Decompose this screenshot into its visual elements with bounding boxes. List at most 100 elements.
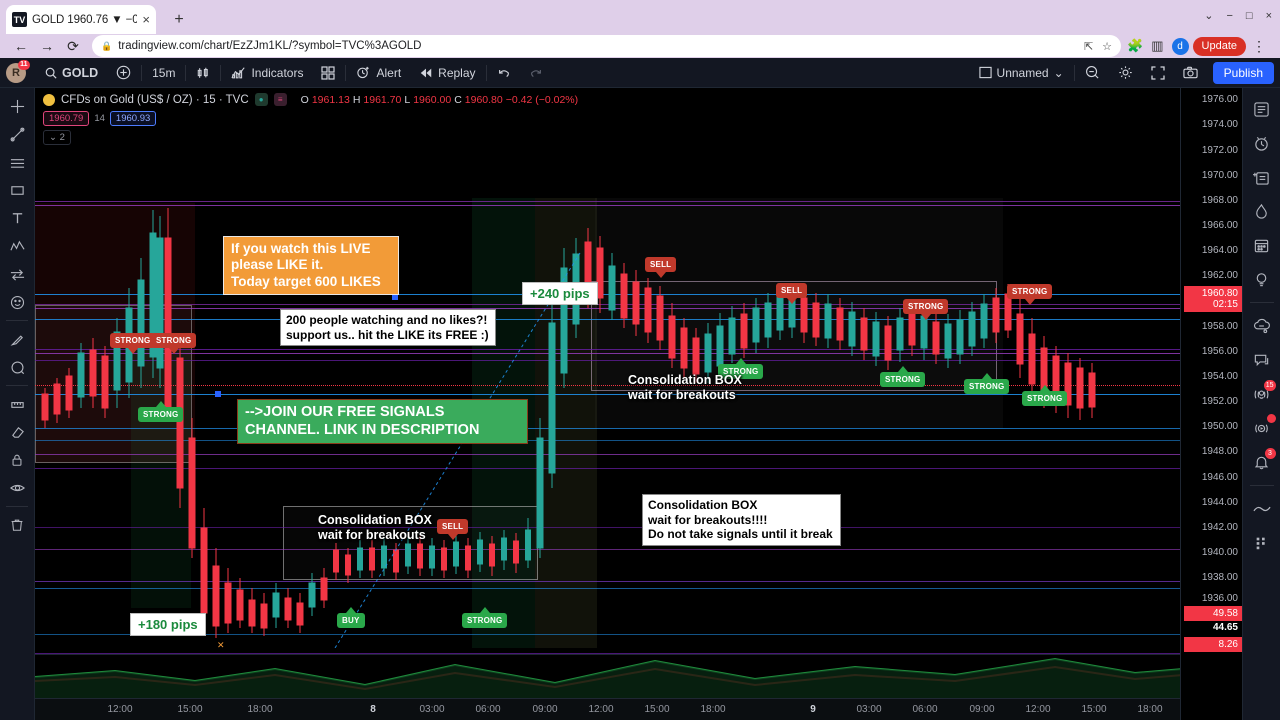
layout-button[interactable]: Unnamed ⌄ — [970, 61, 1073, 85]
share-icon[interactable]: ⇱ — [1084, 40, 1093, 53]
lock-icon[interactable] — [3, 447, 31, 473]
symbol-search-button[interactable]: GOLD — [36, 61, 107, 85]
note-consolidation-right[interactable]: Consolidation BOX wait for breakouts!!!!… — [642, 494, 841, 546]
note-consolidation-mid[interactable]: Consolidation BOX wait for breakouts — [318, 513, 488, 544]
time-axis[interactable]: 12:00 15:00 18:00 8 03:00 06:00 09:00 12… — [35, 698, 1180, 720]
window-close-button[interactable]: × — [1266, 10, 1272, 22]
divider — [141, 64, 143, 81]
interval-button[interactable]: 15m — [143, 61, 184, 85]
note-like-live[interactable]: If you watch this LIVE please LIKE it. T… — [223, 236, 399, 296]
visibility-icon[interactable]: ● — [254, 93, 268, 106]
templates-button[interactable] — [312, 61, 344, 85]
undo-button[interactable] — [488, 61, 520, 85]
pips-label-180[interactable]: +180 pips — [130, 613, 206, 636]
indicator-value-2: 44.65 — [1212, 622, 1238, 633]
redo-button[interactable] — [520, 61, 552, 85]
settings-button[interactable] — [1109, 61, 1142, 85]
signal-buy[interactable]: BUY — [337, 607, 365, 628]
chart-canvas[interactable]: ✕ CFDs on Gold (US$ / OZ) · 15 · TVC ● ≡… — [35, 88, 1180, 720]
magnet-icon[interactable] — [3, 354, 31, 380]
chart-style-button[interactable] — [187, 61, 219, 85]
signal-strong-buy[interactable]: STRONG — [138, 401, 184, 422]
add-symbol-button[interactable] — [107, 61, 140, 85]
signal-strong-buy[interactable]: STRONG — [880, 366, 926, 387]
minimize-button[interactable]: − — [1226, 10, 1232, 22]
watchlist-icon[interactable] — [1247, 94, 1277, 124]
ideas-bulb-icon[interactable] — [1247, 264, 1277, 294]
chevron-down-icon[interactable]: ⌄ — [1204, 9, 1213, 22]
publish-button[interactable]: Publish — [1212, 61, 1274, 84]
legend-title[interactable]: CFDs on Gold (US$ / OZ) · 15 · TVC — [61, 94, 249, 106]
legend-menu-icon[interactable]: ≡ — [273, 93, 287, 106]
signal-strong-buy[interactable]: STRONG — [462, 607, 508, 628]
measure-icon[interactable] — [3, 391, 31, 417]
right-sidebar: 15 3 — [1242, 88, 1280, 720]
divider — [1073, 64, 1075, 81]
snapshot-button[interactable] — [1174, 61, 1207, 85]
bookmark-star-icon[interactable]: ☆ — [1102, 40, 1112, 53]
collapsed-studies-toggle[interactable]: ⌄ 2 — [43, 130, 71, 145]
data-window-icon[interactable] — [1247, 162, 1277, 192]
browser-tab[interactable]: TV GOLD 1960.76 ▼ −0.25% U × — [6, 5, 156, 34]
user-avatar[interactable]: R 11 — [6, 59, 30, 83]
current-price-label[interactable]: 1960.80 02:15 — [1184, 286, 1242, 312]
signal-strong-sell[interactable]: STRONG — [903, 299, 949, 320]
extensions-puzzle-icon[interactable]: 🧩 — [1127, 38, 1143, 54]
reload-icon[interactable]: ⟳ — [60, 35, 86, 57]
sync-icon[interactable] — [1247, 494, 1277, 524]
note-200-watching[interactable]: 200 people watching and no likes?! suppo… — [280, 309, 496, 347]
signal-sell[interactable]: SELL — [645, 257, 677, 278]
new-tab-button[interactable]: + — [168, 10, 190, 30]
divider — [185, 64, 187, 81]
quick-search-button[interactable] — [1076, 61, 1109, 85]
pips-label-240[interactable]: +240 pips — [522, 282, 598, 305]
close-icon[interactable]: × — [142, 13, 150, 26]
update-button[interactable]: Update — [1192, 36, 1246, 56]
chat-cloud-icon[interactable] — [1247, 311, 1277, 341]
back-icon[interactable]: ← — [8, 35, 34, 57]
price-tick: 1936.00 — [1201, 593, 1238, 604]
signal-strong-buy[interactable]: STRONG — [1022, 385, 1068, 406]
signal-strong-sell[interactable]: STRONG — [151, 333, 197, 354]
cross-cursor-icon[interactable] — [3, 93, 31, 119]
ideas-stream-icon[interactable]: 15 — [1247, 379, 1277, 409]
profile-avatar[interactable]: d — [1171, 37, 1189, 55]
ohlc-c: 1960.80 — [464, 93, 503, 106]
calendar-icon[interactable] — [1247, 230, 1277, 260]
indicator-subpanel[interactable] — [35, 654, 1180, 698]
broadcast-icon[interactable] — [1247, 413, 1277, 443]
text-icon[interactable] — [3, 205, 31, 231]
price-axis[interactable]: 1976.00 1974.00 1972.00 1970.00 1968.00 … — [1180, 88, 1242, 720]
eraser-icon[interactable] — [3, 419, 31, 445]
rectangle-icon[interactable] — [3, 177, 31, 203]
horizontal-line-icon[interactable] — [3, 149, 31, 175]
note-consolidation-top[interactable]: Consolidation BOX wait for breakouts — [628, 373, 808, 404]
prediction-icon[interactable] — [3, 261, 31, 287]
drawing-toolbar — [0, 88, 35, 720]
alert-button[interactable]: Alert — [347, 61, 410, 85]
fullscreen-button[interactable] — [1142, 61, 1174, 85]
signal-strong-sell[interactable]: STRONG — [1007, 284, 1053, 305]
signal-strong-buy[interactable]: STRONG — [964, 373, 1010, 394]
address-bar[interactable]: 🔒 tradingview.com/chart/EzZJm1KL/?symbol… — [92, 35, 1122, 57]
public-chats-icon[interactable] — [1247, 345, 1277, 375]
maximize-button[interactable]: □ — [1246, 10, 1253, 22]
browser-menu-icon[interactable]: ⋮ — [1246, 35, 1272, 57]
hide-icon[interactable] — [3, 475, 31, 501]
alerts-clock-icon[interactable] — [1247, 128, 1277, 158]
signal-strong-sell[interactable]: STRONG — [110, 333, 156, 354]
object-tree-icon[interactable] — [1247, 528, 1277, 558]
notifications-bell-icon[interactable]: 3 — [1247, 447, 1277, 477]
replay-button[interactable]: Replay — [410, 61, 484, 85]
sidepanel-icon[interactable]: ▥ — [1151, 38, 1163, 54]
emoji-icon[interactable] — [3, 289, 31, 315]
pattern-icon[interactable] — [3, 233, 31, 259]
indicators-button[interactable]: Indicators — [222, 61, 312, 85]
trash-icon[interactable] — [3, 512, 31, 538]
brush-icon[interactable] — [3, 326, 31, 352]
trend-line-icon[interactable] — [3, 121, 31, 147]
hotlist-flame-icon[interactable] — [1247, 196, 1277, 226]
note-join-channel[interactable]: -->JOIN OUR FREE SIGNALS CHANNEL. LINK I… — [237, 399, 528, 445]
signal-sell[interactable]: SELL — [776, 283, 808, 304]
forward-icon[interactable]: → — [34, 35, 60, 57]
